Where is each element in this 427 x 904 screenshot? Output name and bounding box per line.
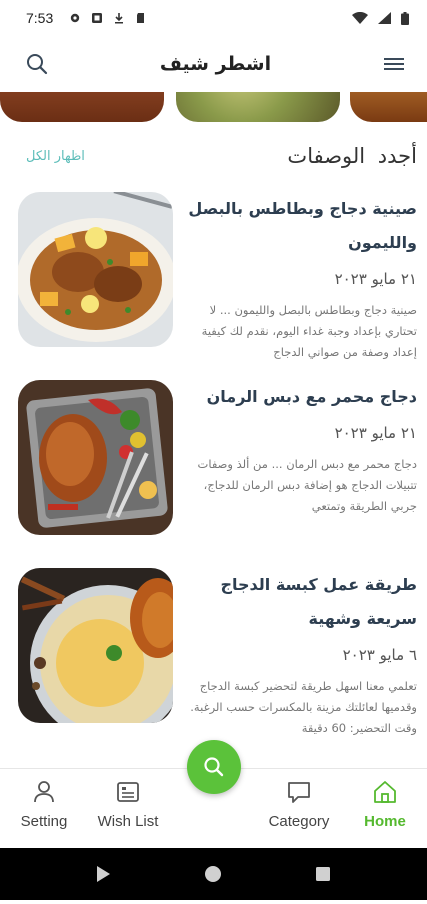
system-nav-buttons	[97, 866, 330, 882]
recipe-title[interactable]: طريقة عمل كبسة الدجاج سريعة وشهية	[185, 568, 417, 636]
notification-icon	[92, 13, 103, 23]
category-strip[interactable]	[0, 92, 427, 124]
recipe-title[interactable]: دجاج محمر مع دبس الرمان	[185, 380, 417, 414]
nav-label: Home	[364, 813, 406, 830]
nav-home[interactable]: Home	[345, 779, 425, 830]
recipe-text: صينية دجاج وبطاطس بالبصل والليمون ٢١ ماي…	[185, 192, 417, 363]
chicken-potato-tray-image	[18, 192, 173, 347]
list-box-icon	[117, 782, 139, 802]
show-all-link[interactable]: اظهار الكل	[26, 149, 85, 164]
recipe-text: طريقة عمل كبسة الدجاج سريعة وشهية ٦ مايو…	[185, 568, 417, 739]
chat-bubble-icon	[288, 782, 310, 803]
category-image[interactable]	[0, 92, 164, 122]
recipe-date: ٢١ مايو ٢٠٢٣	[334, 270, 417, 288]
recipe-image[interactable]	[18, 568, 173, 723]
back-icon[interactable]	[97, 866, 110, 882]
sd-card-icon	[137, 13, 145, 23]
section-title: أجدد الوصفات	[287, 144, 417, 168]
category-image[interactable]	[176, 92, 340, 122]
search-button[interactable]	[24, 51, 50, 77]
nav-setting[interactable]: Setting	[4, 779, 84, 830]
system-navigation-bar	[0, 848, 427, 900]
home-icon	[374, 781, 396, 803]
search-icon	[204, 757, 224, 777]
status-bar: 7:53	[0, 0, 427, 36]
recipe-image[interactable]	[18, 380, 173, 535]
hamburger-menu-icon	[384, 58, 404, 70]
floating-search-button[interactable]	[187, 740, 241, 794]
status-time: 7:53	[26, 10, 54, 26]
app-bar: اشطر شيف	[0, 36, 427, 92]
recipe-title[interactable]: صينية دجاج وبطاطس بالبصل والليمون	[185, 192, 417, 260]
recipe-date: ٦ مايو ٢٠٢٣	[342, 646, 417, 664]
search-icon	[27, 54, 48, 75]
recipe-text: دجاج محمر مع دبس الرمان ٢١ مايو ٢٠٢٣ دجا…	[185, 380, 417, 517]
nav-category[interactable]: Category	[259, 779, 339, 830]
nav-label: Wish List	[97, 813, 159, 830]
status-right	[352, 11, 409, 25]
recents-icon[interactable]	[316, 867, 330, 881]
recipe-card[interactable]: طريقة عمل كبسة الدجاج سريعة وشهية ٦ مايو…	[0, 568, 427, 738]
nav-label: Setting	[20, 813, 68, 830]
recipe-image[interactable]	[18, 192, 173, 347]
app-title: اشطر شيف	[159, 53, 272, 75]
recipe-description: تعلمي معنا اسهل طريقة لتحضير كبسة الدجاج…	[190, 679, 417, 735]
home-circle-icon[interactable]	[205, 866, 221, 882]
recipe-card[interactable]: صينية دجاج وبطاطس بالبصل والليمون ٢١ ماي…	[0, 192, 427, 362]
nav-wishlist[interactable]: Wish List	[88, 779, 168, 830]
recipe-card[interactable]: دجاج محمر مع دبس الرمان ٢١ مايو ٢٠٢٣ دجا…	[0, 380, 427, 550]
recipe-description: صينية دجاج وبطاطس بالبصل والليمون ... لا…	[201, 303, 417, 359]
latest-recipes-header: اظهار الكل أجدد الوصفات	[0, 138, 427, 174]
settings-gear-icon	[71, 13, 80, 23]
person-icon	[34, 781, 54, 803]
chicken-kabsa-image	[18, 568, 173, 723]
wifi-icon	[352, 12, 368, 24]
recipe-description: دجاج محمر مع دبس الرمان ... من ألذ وصفات…	[197, 457, 417, 513]
category-image[interactable]	[350, 92, 427, 122]
recipe-date: ٢١ مايو ٢٠٢٣	[334, 424, 417, 442]
nav-label: Category	[268, 813, 330, 830]
signal-icon	[378, 12, 391, 24]
status-left: 7:53	[26, 10, 147, 26]
battery-icon	[401, 11, 409, 25]
roasted-chicken-image	[18, 380, 173, 535]
download-icon	[115, 13, 124, 24]
menu-button[interactable]	[381, 51, 407, 77]
